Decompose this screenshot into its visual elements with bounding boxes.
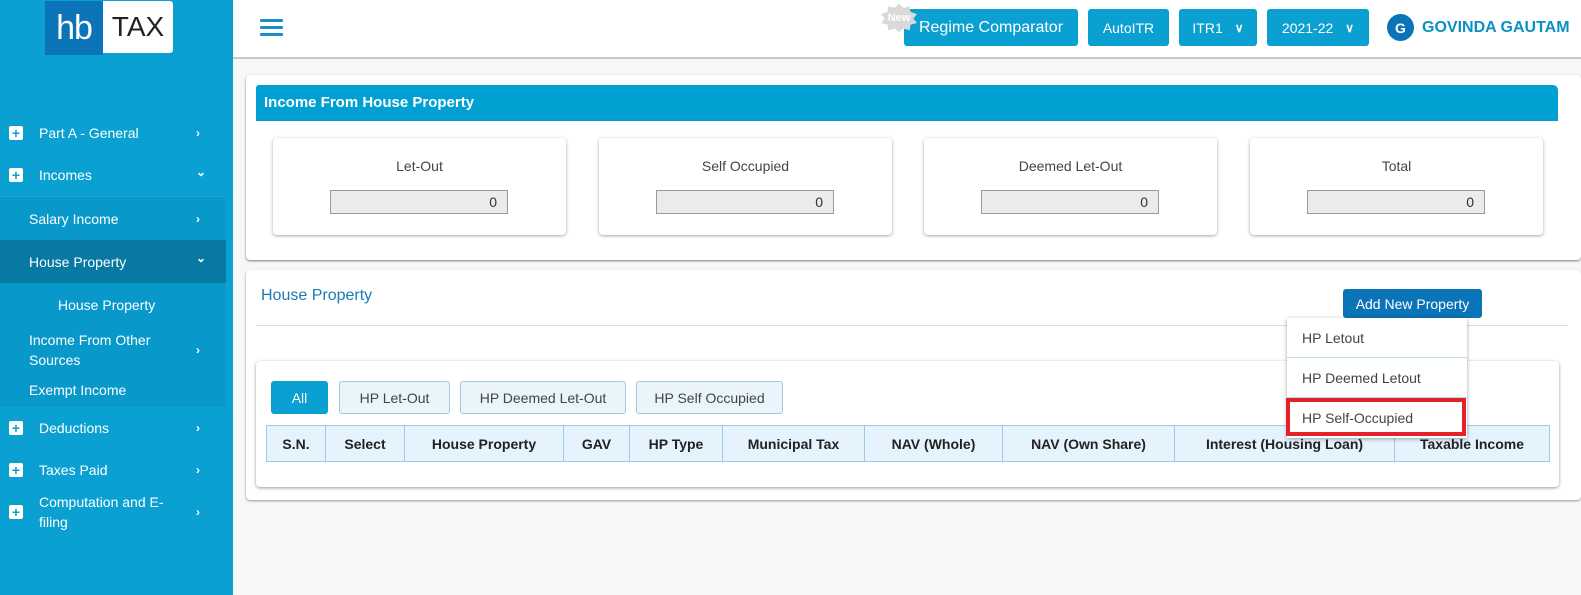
chevron-down-icon: ∨ <box>1345 20 1355 35</box>
filter-label: HP Let-Out <box>359 389 430 406</box>
sidebar-item-deductions[interactable]: + Deductions › <box>0 407 226 449</box>
summary-label: Let-Out <box>396 158 443 174</box>
summary-deemed-let-out: Deemed Let-Out 0 <box>924 138 1217 235</box>
filter-label: All <box>291 389 308 406</box>
regime-comparator-button[interactable]: Regime Comparator <box>904 9 1078 46</box>
chevron-right-icon: › <box>196 126 200 140</box>
col-gav: GAV <box>563 425 630 462</box>
sidebar-item-label: Deductions <box>39 420 110 436</box>
sidebar-item-income-other-sources[interactable]: Income From Other Sources › <box>0 326 226 373</box>
user-menu[interactable]: G GOVINDA GAUTAM <box>1387 14 1570 41</box>
year-select[interactable]: 2021-22 ∨ <box>1267 9 1369 46</box>
itr-select-value: ITR1 <box>1192 19 1223 36</box>
filter-label: HP Self Occupied <box>654 389 765 406</box>
user-name: GOVINDA GAUTAM <box>1422 18 1570 36</box>
col-hp-type: HP Type <box>629 425 723 462</box>
summary-total: Total 0 <box>1250 138 1543 235</box>
chevron-right-icon: › <box>196 211 200 226</box>
sidebar-item-label: Incomes <box>39 167 92 183</box>
filter-label: HP Deemed Let-Out <box>479 389 607 406</box>
filter-hp-deemed-let-out[interactable]: HP Deemed Let-Out <box>460 381 626 414</box>
sidebar-item-taxes-paid[interactable]: + Taxes Paid › <box>0 449 226 491</box>
sidebar-subitem-house-property[interactable]: House Property <box>0 283 226 326</box>
top-bar: Regime Comparator New AutoITR ITR1 ∨ 202… <box>233 0 1581 59</box>
house-property-title: House Property <box>261 287 373 304</box>
chevron-down-icon: ⌄ <box>196 251 207 265</box>
sidebar-item-house-property[interactable]: House Property ⌄ <box>0 240 226 283</box>
income-summary-title: Income From House Property <box>256 85 1558 121</box>
col-sn: S.N. <box>266 425 326 462</box>
chevron-right-icon: › <box>196 421 200 435</box>
add-new-property-button[interactable]: Add New Property <box>1343 289 1482 318</box>
sidebar-item-label: Salary Income <box>29 210 119 227</box>
sidebar-item-label: Part A - General <box>39 125 139 141</box>
plus-square-icon: + <box>9 421 23 435</box>
sidebar-item-label: Computation and E-filing <box>39 494 164 530</box>
plus-square-icon: + <box>9 126 23 140</box>
sidebar-item-label: Income From Other Sources <box>29 331 151 368</box>
hamburger-icon[interactable] <box>260 19 283 36</box>
dropdown-item-hp-letout[interactable]: HP Letout <box>1287 318 1467 358</box>
summary-value-field: 0 <box>1307 190 1485 214</box>
chevron-down-icon: ⌄ <box>196 165 207 179</box>
plus-square-icon: + <box>9 168 23 182</box>
sidebar-item-label: Exempt Income <box>29 382 127 398</box>
chevron-down-icon: ∨ <box>1234 20 1244 35</box>
incomes-submenu: Salary Income › House Property ⌄ House P… <box>0 197 226 407</box>
sidebar-item-computation-efiling[interactable]: + Computation and E-filing › <box>0 491 226 533</box>
logo[interactable]: hb TAX <box>45 1 173 55</box>
sidebar-item-label: House Property <box>58 296 156 313</box>
chevron-right-icon: › <box>196 342 200 357</box>
plus-square-icon: + <box>9 463 23 477</box>
summary-label: Total <box>1381 158 1412 174</box>
chevron-right-icon: › <box>196 505 200 519</box>
summary-let-out: Let-Out 0 <box>273 138 566 235</box>
filter-hp-let-out[interactable]: HP Let-Out <box>339 381 450 414</box>
plus-square-icon: + <box>9 505 23 519</box>
sidebar-item-part-a-general[interactable]: + Part A - General › <box>0 112 226 154</box>
summary-value-field: 0 <box>981 190 1159 214</box>
summary-self-occupied: Self Occupied 0 <box>599 138 892 235</box>
chevron-right-icon: › <box>196 463 200 477</box>
col-select: Select <box>325 425 405 462</box>
year-select-value: 2021-22 <box>1281 19 1334 36</box>
filter-hp-self-occupied[interactable]: HP Self Occupied <box>636 381 783 414</box>
summary-label: Deemed Let-Out <box>1018 158 1123 174</box>
logo-hb: hb <box>45 1 103 55</box>
sidebar-item-exempt-income[interactable]: Exempt Income <box>0 373 226 407</box>
summary-value-field: 0 <box>330 190 508 214</box>
autoitr-label: AutoITR <box>1102 19 1155 36</box>
add-new-property-label: Add New Property <box>1355 295 1470 312</box>
col-nav-whole: NAV (Whole) <box>864 425 1003 462</box>
col-municipal-tax: Municipal Tax <box>722 425 865 462</box>
col-house-property: House Property <box>404 425 564 462</box>
summary-label: Self Occupied <box>701 158 790 174</box>
regime-comparator-label: Regime Comparator <box>918 18 1064 36</box>
sidebar-item-label: Taxes Paid <box>39 462 108 478</box>
dropdown-item-hp-deemed-letout[interactable]: HP Deemed Letout <box>1287 358 1467 398</box>
sidebar: hb TAX + Part A - General › + Incomes ⌄ … <box>0 0 233 595</box>
sidebar-nav: + Part A - General › + Incomes ⌄ Salary … <box>0 112 226 533</box>
income-summary-card: Income From House Property Let-Out 0 Sel… <box>246 75 1581 260</box>
add-property-dropdown: HP Letout HP Deemed Letout HP Self-Occup… <box>1287 318 1467 438</box>
filter-all[interactable]: All <box>271 381 328 414</box>
sidebar-item-label: House Property <box>29 253 127 270</box>
logo-tax: TAX <box>103 1 173 53</box>
dropdown-item-hp-self-occupied[interactable]: HP Self-Occupied <box>1287 398 1467 438</box>
autoitr-button[interactable]: AutoITR <box>1088 9 1169 46</box>
summary-value-field: 0 <box>656 190 834 214</box>
itr-select[interactable]: ITR1 ∨ <box>1179 9 1257 46</box>
sidebar-item-salary-income[interactable]: Salary Income › <box>0 197 226 240</box>
avatar: G <box>1387 14 1414 41</box>
sidebar-item-incomes[interactable]: + Incomes ⌄ <box>0 154 226 196</box>
col-nav-own-share: NAV (Own Share) <box>1002 425 1175 462</box>
